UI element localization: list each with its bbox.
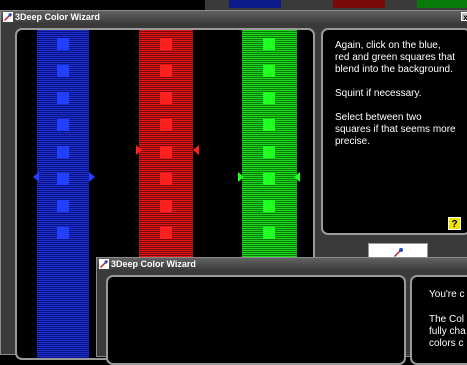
blue-square[interactable] (57, 227, 69, 239)
help-button[interactable]: ? (448, 217, 461, 230)
instructions-panel: Again, click on the blue, red and green … (321, 28, 467, 235)
info-text-line-2: The Col (429, 314, 465, 325)
blue-square[interactable] (57, 119, 69, 131)
blue-square[interactable] (57, 92, 69, 104)
title-bar-2[interactable]: 3Deep Color Wizard (97, 258, 467, 270)
green-left-marker-icon (238, 172, 244, 182)
green-square[interactable] (263, 173, 275, 185)
red-square[interactable] (160, 92, 172, 104)
blue-square[interactable] (57, 38, 69, 50)
blue-square[interactable] (57, 65, 69, 77)
close-button[interactable]: x (461, 12, 467, 22)
red-square[interactable] (160, 200, 172, 212)
background-window-strip (205, 0, 467, 10)
instruction-text-3: Select between two squares if that seems… (335, 112, 456, 147)
window-title: 3Deep Color Wizard (15, 12, 100, 22)
info-text-line-1: You're c (429, 289, 465, 300)
info-text-line-4: colors c (429, 338, 464, 349)
green-square[interactable] (263, 38, 275, 50)
red-square[interactable] (160, 227, 172, 239)
red-square[interactable] (160, 146, 172, 158)
blue-left-marker-icon (33, 172, 39, 182)
green-square[interactable] (263, 146, 275, 158)
title-bar[interactable]: 3Deep Color Wizard x (1, 11, 467, 23)
wizard-app-icon (99, 259, 109, 269)
bg-swatch-green (417, 0, 467, 8)
blue-square[interactable] (57, 200, 69, 212)
bg-swatch-red (333, 0, 385, 8)
instruction-text-1: Again, click on the blue, red and green … (335, 40, 456, 75)
red-square[interactable] (160, 38, 172, 50)
green-square[interactable] (263, 65, 275, 77)
red-square[interactable] (160, 119, 172, 131)
red-right-marker-icon (193, 145, 199, 155)
bg-swatch-blue (229, 0, 281, 8)
blue-square[interactable] (57, 173, 69, 185)
blue-square[interactable] (57, 146, 69, 158)
info-text-line-3: fully cha (429, 326, 466, 337)
red-square[interactable] (160, 65, 172, 77)
wizard-app-icon (3, 12, 13, 22)
color-wizard-window-2: 3Deep Color Wizard You're c The Col full… (96, 257, 467, 365)
green-square[interactable] (263, 200, 275, 212)
green-square[interactable] (263, 119, 275, 131)
green-square[interactable] (263, 92, 275, 104)
blue-calibration-strip[interactable] (37, 30, 89, 358)
green-square[interactable] (263, 227, 275, 239)
red-square[interactable] (160, 173, 172, 185)
window-title-2: 3Deep Color Wizard (111, 259, 196, 269)
red-left-marker-icon (136, 145, 142, 155)
green-right-marker-icon (294, 172, 300, 182)
blue-right-marker-icon (89, 172, 95, 182)
instruction-text-2: Squint if necessary. (335, 88, 422, 99)
